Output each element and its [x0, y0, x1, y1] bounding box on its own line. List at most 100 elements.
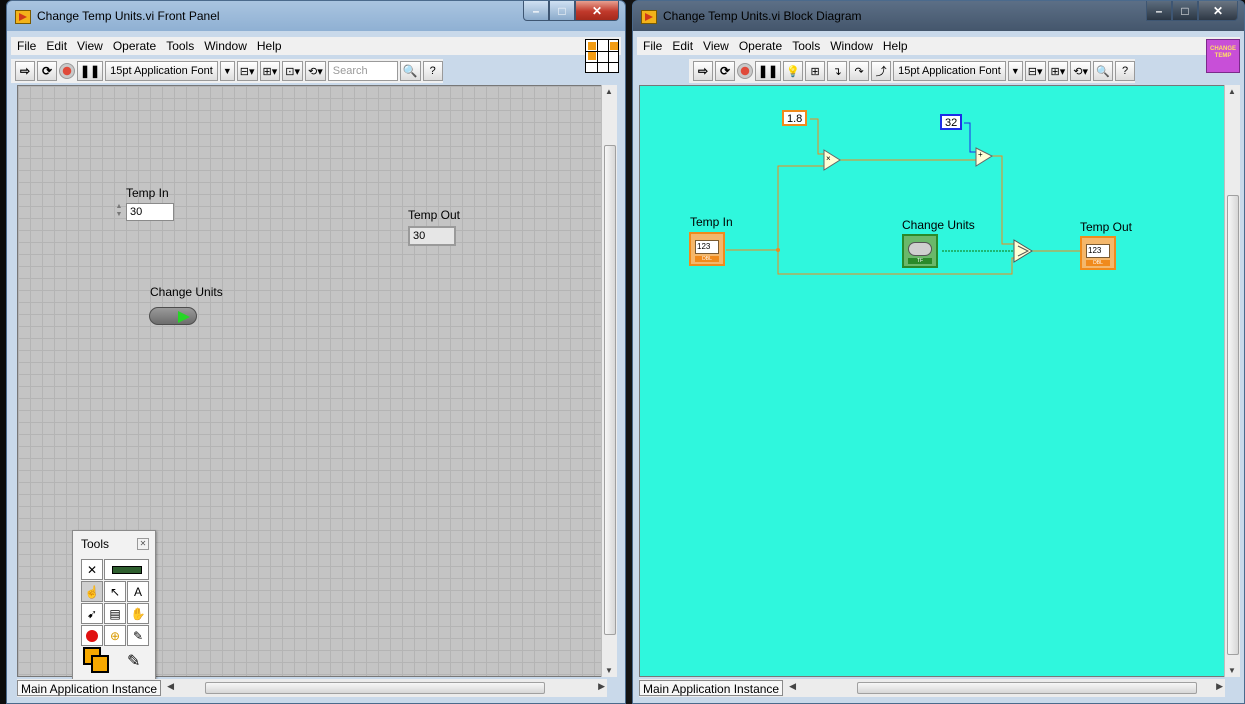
menu-view[interactable]: View — [77, 39, 103, 53]
front-panel-canvas[interactable]: Temp In ▲ ▼ 30 Temp Out 30 Change Units T… — [17, 85, 607, 680]
minimize-button[interactable]: – — [523, 1, 549, 21]
menu-tools[interactable]: Tools — [166, 39, 194, 53]
search-icon[interactable]: 🔍 — [399, 61, 421, 81]
chevron-down-icon[interactable]: ▼ — [219, 61, 235, 81]
search-input[interactable]: Search — [327, 61, 398, 81]
menu-bar: File Edit View Operate Tools Window Help — [637, 37, 1240, 55]
toolbar: ⇨ ⟳ ❚❚ 💡 ⊞ ↴ ↷ ⤴ 15pt Application Font ▼… — [689, 59, 1136, 83]
temp-in-control[interactable]: 30 — [126, 203, 174, 221]
labview-icon — [641, 10, 657, 24]
menu-bar: File Edit View Operate Tools Window Help — [11, 37, 621, 55]
step-out-icon[interactable]: ⤴ — [871, 61, 892, 81]
align-objects-icon[interactable]: ⊟▾ — [1024, 61, 1046, 81]
title-bar[interactable]: Change Temp Units.vi Block Diagram – □ ✕ — [633, 1, 1244, 31]
close-icon[interactable]: ✕ — [137, 538, 149, 550]
application-instance-label[interactable]: Main Application Instance — [639, 680, 784, 696]
wire-tool-icon[interactable]: ➹ — [81, 603, 103, 624]
vertical-scrollbar[interactable]: ▲ ▼ — [1224, 85, 1240, 677]
clean-up-diagram-icon[interactable]: 🔍 — [1093, 61, 1114, 81]
menu-tools[interactable]: Tools — [792, 39, 820, 53]
auto-tool-led-icon[interactable] — [104, 559, 149, 580]
minimize-button[interactable]: – — [1146, 1, 1172, 21]
tools-palette-title: Tools — [81, 537, 110, 551]
chevron-down-icon[interactable]: ▼ — [1007, 61, 1023, 81]
shortcut-menu-icon[interactable]: ▤ — [104, 603, 126, 624]
temp-in-label: Temp In — [126, 186, 169, 200]
change-units-terminal-label: Change Units — [902, 218, 975, 232]
change-units-label: Change Units — [150, 285, 223, 299]
connector-pane-icon[interactable] — [585, 39, 619, 73]
change-units-terminal[interactable]: TF — [902, 234, 938, 268]
font-selector[interactable]: 15pt Application Font — [893, 61, 1006, 81]
pause-icon[interactable]: ❚❚ — [755, 61, 782, 81]
temp-in-terminal[interactable]: 123 DBL — [689, 232, 725, 266]
run-continuously-icon[interactable]: ⟳ — [37, 61, 57, 81]
brush-icon[interactable]: ✎ — [127, 651, 140, 671]
offset-constant[interactable]: 32 — [940, 114, 963, 130]
vertical-scrollbar[interactable]: ▲ ▼ — [601, 85, 617, 677]
menu-operate[interactable]: Operate — [739, 39, 782, 53]
maximize-button[interactable]: □ — [549, 1, 575, 21]
distribute-objects-icon[interactable]: ⊞▾ — [259, 61, 281, 81]
temp-out-terminal-label: Temp Out — [1080, 220, 1133, 234]
block-diagram-window: Change Temp Units.vi Block Diagram – □ ✕… — [632, 0, 1245, 704]
toolbar: ⇨ ⟳ ❚❚ 15pt Application Font ▼ ⊟▾ ⊞▾ ⊡▾ … — [11, 59, 443, 83]
run-continuously-icon[interactable]: ⟳ — [715, 61, 735, 81]
menu-window[interactable]: Window — [830, 39, 873, 53]
color-swatch[interactable]: ✎ — [81, 647, 149, 677]
highlight-execution-icon[interactable]: 💡 — [783, 61, 804, 81]
temp-in-terminal-label: Temp In — [690, 215, 733, 229]
menu-view[interactable]: View — [703, 39, 729, 53]
run-arrow-icon[interactable]: ⇨ — [15, 61, 35, 81]
change-units-button[interactable] — [149, 307, 197, 325]
horizontal-scrollbar[interactable]: ◀ ▶ — [165, 680, 607, 696]
menu-help[interactable]: Help — [883, 39, 908, 53]
scroll-hand-icon[interactable]: ✋ — [127, 603, 149, 624]
tools-palette: Tools ✕ ✕ ☝ ↖ A ➹ ▤ ✋ ⊕ ✎ ✎ — [72, 530, 156, 680]
menu-operate[interactable]: Operate — [113, 39, 156, 53]
reorder-icon[interactable]: ⟲▾ — [305, 61, 326, 81]
menu-help[interactable]: Help — [257, 39, 282, 53]
wire-layer — [726, 118, 1084, 275]
retain-wire-values-icon[interactable]: ⊞ — [805, 61, 826, 81]
help-icon[interactable]: ? — [1115, 61, 1136, 81]
step-over-icon[interactable]: ↷ — [849, 61, 870, 81]
distribute-objects-icon[interactable]: ⊞▾ — [1047, 61, 1069, 81]
select-node[interactable] — [1013, 239, 1033, 263]
multiplier-constant[interactable]: 1.8 — [782, 110, 808, 126]
resize-objects-icon[interactable]: ⊡▾ — [282, 61, 304, 81]
temp-out-terminal[interactable]: 123 DBL — [1080, 236, 1116, 270]
front-panel-window: Change Temp Units.vi Front Panel – □ ✕ F… — [6, 0, 626, 704]
title-bar[interactable]: Change Temp Units.vi Front Panel – □ ✕ — [7, 1, 625, 31]
abort-icon[interactable] — [737, 63, 753, 79]
auto-tool-icon[interactable]: ✕ — [81, 559, 103, 580]
close-button[interactable]: ✕ — [575, 1, 619, 21]
run-arrow-icon[interactable]: ⇨ — [693, 61, 713, 81]
close-button[interactable]: ✕ — [1198, 1, 1238, 21]
breakpoint-icon[interactable] — [81, 625, 103, 646]
step-into-icon[interactable]: ↴ — [827, 61, 848, 81]
menu-file[interactable]: File — [17, 39, 36, 53]
pause-icon[interactable]: ❚❚ — [77, 61, 104, 81]
align-objects-icon[interactable]: ⊟▾ — [236, 61, 258, 81]
menu-edit[interactable]: Edit — [672, 39, 693, 53]
operate-hand-icon[interactable]: ☝ — [81, 581, 103, 602]
vi-icon[interactable]: CHANGE TEMP — [1206, 39, 1240, 73]
position-arrow-icon[interactable]: ↖ — [104, 581, 126, 602]
horizontal-scrollbar[interactable]: ◀ ▶ — [787, 680, 1225, 696]
block-diagram-canvas[interactable]: × + 1.8 32 Temp In 123 DBL Change Units … — [639, 85, 1229, 677]
menu-window[interactable]: Window — [204, 39, 247, 53]
help-icon[interactable]: ? — [422, 61, 443, 81]
abort-icon[interactable] — [59, 63, 75, 79]
temp-in-increment[interactable]: ▲ ▼ — [114, 203, 124, 221]
reorder-icon[interactable]: ⟲▾ — [1070, 61, 1092, 81]
application-instance-label[interactable]: Main Application Instance — [17, 680, 162, 696]
font-selector[interactable]: 15pt Application Font — [105, 61, 218, 81]
menu-edit[interactable]: Edit — [46, 39, 67, 53]
color-picker-icon[interactable]: ✎ — [127, 625, 149, 646]
probe-icon[interactable]: ⊕ — [104, 625, 126, 646]
add-symbol: + — [978, 150, 983, 159]
maximize-button[interactable]: □ — [1172, 1, 1198, 21]
menu-file[interactable]: File — [643, 39, 662, 53]
text-tool-icon[interactable]: A — [127, 581, 149, 602]
